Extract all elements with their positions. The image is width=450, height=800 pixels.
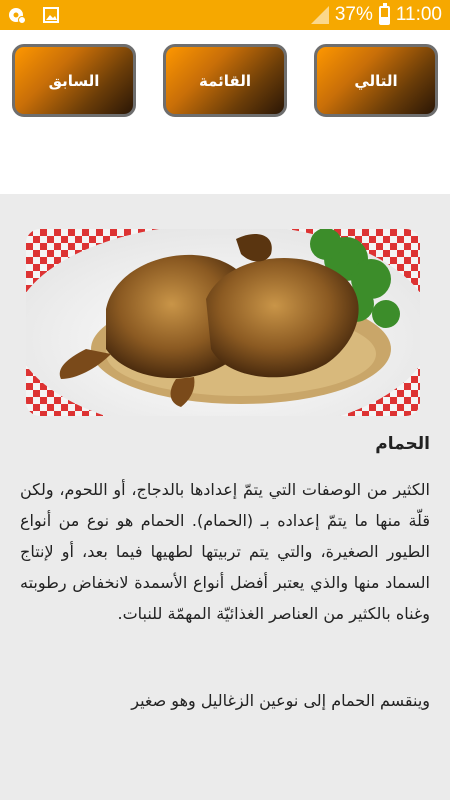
gallery-icon <box>42 6 60 24</box>
signal-icon <box>310 6 329 24</box>
next-button[interactable]: التالي <box>314 44 438 117</box>
battery-icon <box>378 2 390 25</box>
list-button[interactable]: القائمة <box>163 44 287 117</box>
battery-percent: 37% <box>334 4 373 25</box>
clock: 11:00 <box>395 4 442 25</box>
previous-button[interactable]: السابق <box>12 44 136 117</box>
settings-notification-icon <box>8 6 26 24</box>
article-paragraph: وينقسم الحمام إلى نوعين الزغاليل وهو صغي… <box>131 691 430 710</box>
article-body: الحمام الكثير من الوصفات التي يتمّ إعداد… <box>20 434 430 716</box>
status-bar: 37% 11:00 <box>0 0 450 30</box>
roasted-pigeon-image <box>26 229 420 416</box>
article-paragraph: الكثير من الوصفات التي يتمّ إعدادها بالد… <box>20 480 430 623</box>
navigation-toolbar: التالي القائمة السابق <box>0 30 450 194</box>
article-content[interactable]: الحمام الكثير من الوصفات التي يتمّ إعداد… <box>0 194 450 800</box>
article-title: الحمام <box>375 434 430 454</box>
